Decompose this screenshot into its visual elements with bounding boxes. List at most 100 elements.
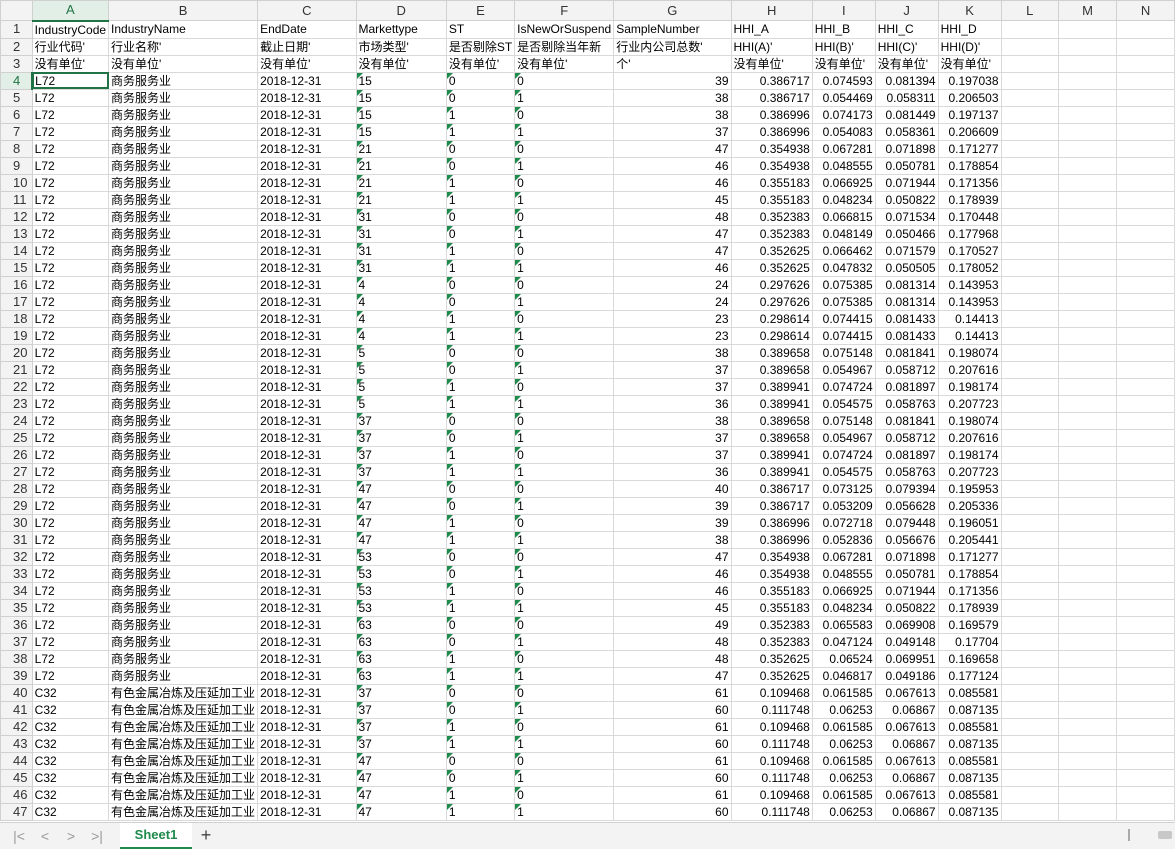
- cell-b36[interactable]: 商务服务业: [108, 615, 259, 634]
- cell-a32[interactable]: L72: [31, 547, 110, 566]
- cell-m20[interactable]: [1058, 343, 1118, 362]
- cell-k11[interactable]: 0.178939: [937, 190, 1002, 209]
- cell-f13[interactable]: 1: [514, 224, 615, 243]
- cell-m24[interactable]: [1058, 411, 1118, 430]
- cell-l40[interactable]: [1000, 683, 1060, 702]
- cell-k8[interactable]: 0.171277: [937, 139, 1002, 158]
- cell-g4[interactable]: 39: [613, 71, 732, 90]
- cell-c42[interactable]: 2018-12-31: [257, 717, 357, 736]
- cell-c45[interactable]: 2018-12-31: [257, 768, 357, 787]
- column-header-l[interactable]: L: [1000, 0, 1060, 21]
- cell-f2[interactable]: 是否剔除当年新: [514, 37, 615, 56]
- cell-i2[interactable]: HHI(B)': [811, 37, 876, 56]
- cell-b18[interactable]: 商务服务业: [108, 309, 259, 328]
- cell-g35[interactable]: 45: [613, 598, 732, 617]
- cell-f14[interactable]: 0: [514, 241, 615, 260]
- cell-m5[interactable]: [1058, 88, 1118, 107]
- cell-d33[interactable]: 53: [355, 564, 447, 583]
- cell-d27[interactable]: 37: [355, 462, 447, 481]
- cell-g42[interactable]: 61: [613, 717, 732, 736]
- column-header-f[interactable]: F: [514, 0, 615, 21]
- cell-j22[interactable]: 0.081897: [874, 377, 939, 396]
- cell-k30[interactable]: 0.196051: [937, 513, 1002, 532]
- cell-f34[interactable]: 0: [514, 581, 615, 600]
- cell-m27[interactable]: [1058, 462, 1118, 481]
- cell-j27[interactable]: 0.058763: [874, 462, 939, 481]
- cell-h22[interactable]: 0.389941: [730, 377, 813, 396]
- cell-m41[interactable]: [1058, 700, 1118, 719]
- cell-i35[interactable]: 0.048234: [811, 598, 876, 617]
- cell-b21[interactable]: 商务服务业: [108, 360, 259, 379]
- cell-j32[interactable]: 0.071898: [874, 547, 939, 566]
- row-header[interactable]: 10: [0, 173, 33, 192]
- cell-l31[interactable]: [1000, 530, 1060, 549]
- cell-d36[interactable]: 63: [355, 615, 447, 634]
- cell-l45[interactable]: [1000, 768, 1060, 787]
- cell-f31[interactable]: 1: [514, 530, 615, 549]
- cell-g41[interactable]: 60: [613, 700, 732, 719]
- row-header[interactable]: 25: [0, 428, 33, 447]
- cell-e44[interactable]: 0: [445, 751, 516, 770]
- cell-k13[interactable]: 0.177968: [937, 224, 1002, 243]
- cell-j17[interactable]: 0.081314: [874, 292, 939, 311]
- cell-a39[interactable]: L72: [31, 666, 110, 685]
- cell-k26[interactable]: 0.198174: [937, 445, 1002, 464]
- cell-g29[interactable]: 39: [613, 496, 732, 515]
- cell-l27[interactable]: [1000, 462, 1060, 481]
- cell-b45[interactable]: 有色金属冶炼及压延加工业: [108, 768, 259, 787]
- cell-h30[interactable]: 0.386996: [730, 513, 813, 532]
- cell-e35[interactable]: 1: [445, 598, 516, 617]
- cell-b24[interactable]: 商务服务业: [108, 411, 259, 430]
- cell-h2[interactable]: HHI(A)': [730, 37, 813, 56]
- cell-e17[interactable]: 0: [445, 292, 516, 311]
- cell-h26[interactable]: 0.389941: [730, 445, 813, 464]
- cell-c40[interactable]: 2018-12-31: [257, 683, 357, 702]
- cell-c22[interactable]: 2018-12-31: [257, 377, 357, 396]
- cell-e8[interactable]: 0: [445, 139, 516, 158]
- cell-m17[interactable]: [1058, 292, 1118, 311]
- cell-i28[interactable]: 0.073125: [811, 479, 876, 498]
- cell-d30[interactable]: 47: [355, 513, 447, 532]
- cell-n30[interactable]: [1116, 513, 1175, 532]
- cell-l28[interactable]: [1000, 479, 1060, 498]
- cell-n40[interactable]: [1116, 683, 1175, 702]
- cell-a8[interactable]: L72: [31, 139, 110, 158]
- cell-h8[interactable]: 0.354938: [730, 139, 813, 158]
- cell-j38[interactable]: 0.069951: [874, 649, 939, 668]
- cell-a45[interactable]: C32: [31, 768, 110, 787]
- row-header[interactable]: 5: [0, 88, 33, 107]
- cell-c13[interactable]: 2018-12-31: [257, 224, 357, 243]
- cell-n13[interactable]: [1116, 224, 1175, 243]
- cell-a35[interactable]: L72: [31, 598, 110, 617]
- cell-b1[interactable]: IndustryName: [108, 20, 259, 39]
- cell-g25[interactable]: 37: [613, 428, 732, 447]
- cell-l12[interactable]: [1000, 207, 1060, 226]
- cell-k16[interactable]: 0.143953: [937, 275, 1002, 294]
- cell-f35[interactable]: 1: [514, 598, 615, 617]
- cell-a30[interactable]: L72: [31, 513, 110, 532]
- cell-b20[interactable]: 商务服务业: [108, 343, 259, 362]
- cell-g6[interactable]: 38: [613, 105, 732, 124]
- cell-k47[interactable]: 0.087135: [937, 802, 1002, 821]
- cell-g18[interactable]: 23: [613, 309, 732, 328]
- tab-sheet1[interactable]: Sheet1: [120, 823, 192, 849]
- cell-m10[interactable]: [1058, 173, 1118, 192]
- cell-j7[interactable]: 0.058361: [874, 122, 939, 141]
- cell-a43[interactable]: C32: [31, 734, 110, 753]
- cell-n32[interactable]: [1116, 547, 1175, 566]
- cell-j46[interactable]: 0.067613: [874, 785, 939, 804]
- cell-b12[interactable]: 商务服务业: [108, 207, 259, 226]
- cell-e5[interactable]: 0: [445, 88, 516, 107]
- cell-a33[interactable]: L72: [31, 564, 110, 583]
- cell-e31[interactable]: 1: [445, 530, 516, 549]
- first-sheet-icon[interactable]: |<: [10, 827, 28, 845]
- cell-g36[interactable]: 49: [613, 615, 732, 634]
- cell-h16[interactable]: 0.297626: [730, 275, 813, 294]
- cell-f33[interactable]: 1: [514, 564, 615, 583]
- cell-m18[interactable]: [1058, 309, 1118, 328]
- cell-d14[interactable]: 31: [355, 241, 447, 260]
- cell-d28[interactable]: 47: [355, 479, 447, 498]
- cell-n20[interactable]: [1116, 343, 1175, 362]
- row-header[interactable]: 30: [0, 513, 33, 532]
- cell-d7[interactable]: 15: [355, 122, 447, 141]
